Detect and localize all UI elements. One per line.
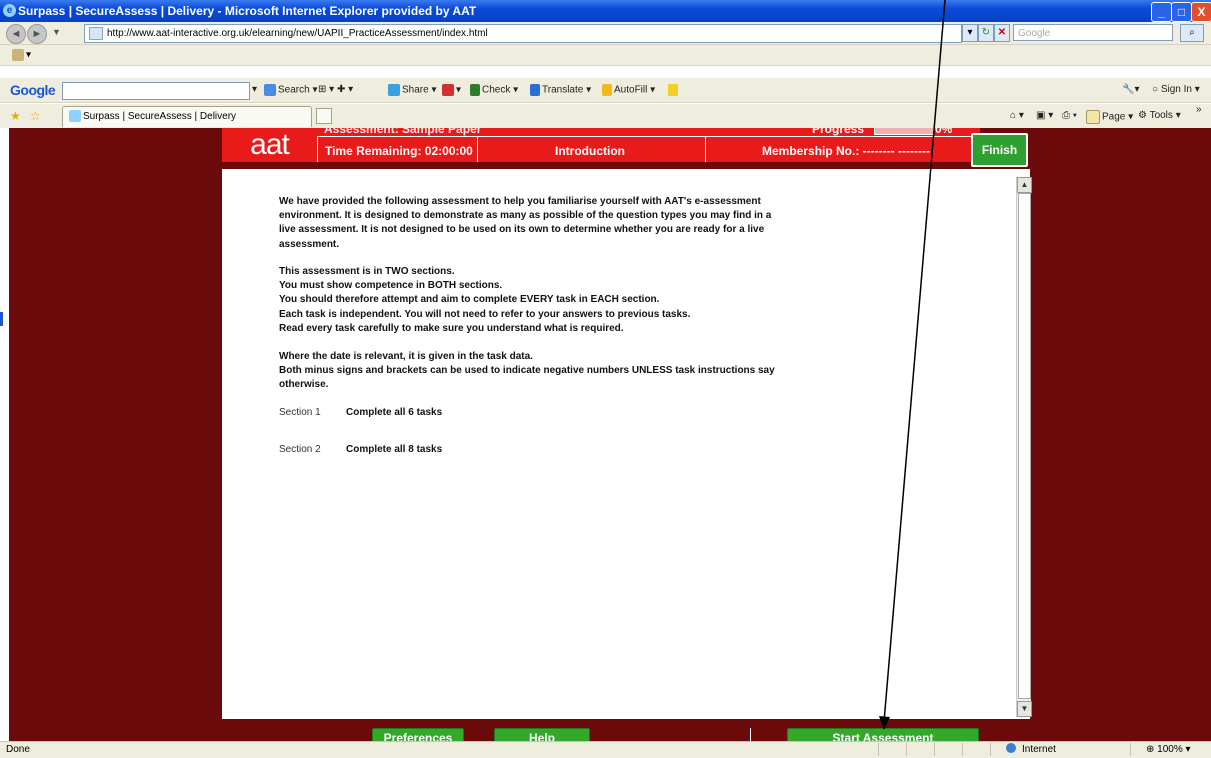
scroll-up-icon[interactable]: ▲ (1017, 177, 1032, 193)
status-text: Done (6, 744, 30, 755)
help-button[interactable]: Help (494, 728, 590, 741)
left-edge-marker (0, 312, 3, 326)
tab-ie-icon (69, 110, 81, 123)
address-input[interactable]: http://www.aat-interactive.org.uk/elearn… (84, 24, 962, 43)
forward-icon[interactable]: ► (27, 24, 47, 44)
assessment-header: Assessment: Sample Paper Progress 0% Tim… (222, 128, 980, 162)
share-button[interactable]: Share ▾ (388, 84, 437, 96)
google-search-input[interactable] (62, 82, 250, 100)
section-2-desc: Complete all 8 tasks (346, 444, 443, 455)
scroll-down-icon[interactable]: ▼ (1017, 701, 1032, 717)
section-1-desc: Complete all 6 tasks (346, 407, 443, 418)
search-go-icon[interactable]: ⌕ (1180, 24, 1204, 42)
aat-logo: aat (222, 128, 317, 162)
intro-paragraph-3: Where the date is relevant, it is given … (279, 351, 775, 391)
status-segment (878, 743, 879, 756)
zone-text: Internet (1022, 744, 1056, 755)
page-icon (89, 26, 103, 40)
search-input[interactable]: Google (1013, 24, 1173, 41)
address-url: http://www.aat-interactive.org.uk/elearn… (107, 28, 488, 39)
status-segment (934, 743, 935, 756)
status-segment (990, 743, 991, 756)
wrench-icon[interactable]: 🔧▾ (1122, 84, 1139, 95)
tools-menu[interactable]: ⚙ Tools ▾ (1138, 110, 1181, 121)
tab-surpass[interactable]: Surpass | SecureAssess | Delivery (62, 106, 312, 127)
google-toolbar: Google ▾ Search ▾ ⊞ ▾ ✚ ▾ Share ▾ ▾ Chec… (0, 78, 1211, 103)
history-dropdown-icon[interactable]: ▼ (52, 27, 61, 37)
start-assessment-button[interactable]: Start Assessment (787, 728, 979, 741)
chevron-more-icon[interactable]: » (1196, 104, 1202, 115)
window-title: Surpass | SecureAssess | Delivery - Micr… (18, 4, 477, 18)
address-dropdown-icon[interactable]: ▾ (962, 24, 978, 42)
membership-number: Membership No.: -------- -------- (762, 144, 930, 158)
highlighter-icon[interactable] (668, 84, 680, 96)
refresh-icon[interactable]: ↻ (978, 24, 994, 42)
favorites-star-icon[interactable]: ★ (10, 109, 21, 123)
progress-percent: 0% (935, 128, 953, 136)
stop-icon[interactable]: ✕ (994, 24, 1010, 42)
bookmark-icon[interactable]: ▾ (442, 84, 461, 96)
google-logo: Google (10, 82, 56, 98)
footer-divider (750, 728, 751, 741)
status-segment (962, 743, 963, 756)
status-bar: Done Internet ⊕ 100% ▾ (0, 741, 1211, 758)
header-divider (705, 137, 706, 162)
section-2-label: Section 2 (279, 444, 321, 455)
intro-paragraph-1: We have provided the following assessmen… (279, 196, 772, 250)
status-segment (906, 743, 907, 756)
google-search-dropdown-icon[interactable]: ▾ (252, 84, 257, 95)
section-title: Introduction (555, 144, 625, 158)
progress-bar (874, 128, 934, 135)
finish-button[interactable]: Finish (971, 133, 1028, 167)
home-icon[interactable]: ⌂ ▾ (1010, 110, 1024, 121)
page-menu[interactable]: Page ▾ (1086, 110, 1133, 124)
window-title-bar: e Surpass | SecureAssess | Delivery - Mi… (0, 0, 1211, 22)
add-favorite-icon[interactable]: ☆ (30, 109, 41, 123)
section-1-label: Section 1 (279, 407, 321, 418)
print-icon[interactable]: ⎙ ▾ (1062, 110, 1077, 121)
tab-bar: ★ ☆ Surpass | SecureAssess | Delivery ⌂ … (0, 104, 1211, 129)
header-divider (317, 137, 318, 162)
close-button[interactable]: X (1191, 2, 1211, 22)
assessment-label: Assessment: Sample Paper (324, 128, 482, 136)
status-segment (1130, 743, 1131, 756)
autofill-button[interactable]: AutoFill ▾ (602, 84, 655, 96)
translate-button[interactable]: Translate ▾ (530, 84, 591, 96)
zoom-level[interactable]: ⊕ 100% ▾ (1146, 744, 1191, 755)
progress-label: Progress (812, 128, 865, 136)
address-toolbar: ◄ ► ▼ http://www.aat-interactive.org.uk/… (0, 22, 1211, 45)
preferences-button[interactable]: Preferences (372, 728, 464, 741)
time-remaining: Time Remaining: 02:00:00 (325, 144, 473, 158)
vertical-scrollbar[interactable]: ▲ ▼ (1016, 177, 1032, 717)
toolbar-options-icon[interactable]: ⊞ ▾ ✚ ▾ (318, 84, 353, 95)
addon-icon[interactable]: ▾ (12, 49, 31, 61)
page-content: Assessment: Sample Paper Progress 0% Tim… (9, 128, 1211, 741)
back-icon[interactable]: ◄ (6, 24, 26, 44)
addons-toolbar: ▾ (0, 45, 1211, 66)
sign-in-link[interactable]: ○ Sign In ▾ (1152, 84, 1200, 95)
internet-globe-icon (1006, 743, 1016, 753)
feeds-icon[interactable]: ▣ ▾ (1036, 110, 1053, 121)
new-tab-button[interactable] (316, 108, 332, 124)
intro-paragraph-2: This assessment is in TWO sections. You m… (279, 266, 691, 334)
maximize-button[interactable]: □ (1171, 2, 1192, 22)
google-search-button[interactable]: Search ▾ (264, 84, 318, 96)
ie-logo-icon: e (3, 4, 16, 17)
header-divider (317, 136, 977, 137)
scroll-thumb[interactable] (1018, 193, 1031, 699)
check-button[interactable]: Check ▾ (470, 84, 518, 96)
header-divider (477, 137, 478, 162)
left-margin (0, 128, 9, 741)
minimize-button[interactable]: _ (1151, 2, 1172, 22)
